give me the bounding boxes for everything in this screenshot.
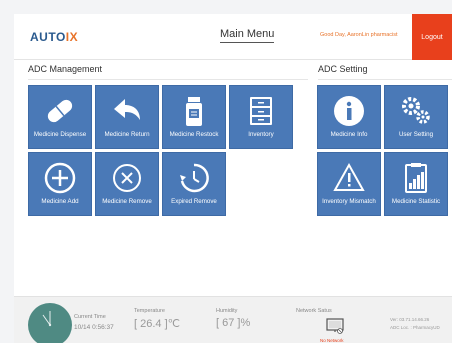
plus-circle-icon xyxy=(43,161,77,195)
logout-button[interactable]: Logout xyxy=(412,14,452,60)
medicine-return-button[interactable]: Medicine Return xyxy=(95,85,159,149)
current-time-value: 10/14 0:56:37 xyxy=(74,324,114,331)
tile-label: Medicine Add xyxy=(41,198,79,205)
tile-label: Expired Remove xyxy=(171,198,217,205)
page-title: Main Menu xyxy=(220,28,275,43)
info-icon xyxy=(332,94,366,128)
app-logo: AUTOIX xyxy=(30,30,79,44)
tile-label: User Setting xyxy=(398,131,434,138)
tile-label: Medicine Dispense xyxy=(33,131,87,138)
medicine-add-button[interactable]: Medicine Add xyxy=(28,152,92,216)
section-divider xyxy=(28,79,308,80)
user-setting-button[interactable]: User Setting xyxy=(384,85,448,149)
tile-label: Medicine Return xyxy=(104,131,150,138)
temperature-value: [ 26.4 ]℃ xyxy=(134,318,180,330)
medicine-restock-button[interactable]: Medicine Restock xyxy=(162,85,226,149)
expired-remove-button[interactable]: Expired Remove xyxy=(162,152,226,216)
medicine-dispense-button[interactable]: Medicine Dispense xyxy=(28,85,92,149)
pill-icon xyxy=(43,94,77,128)
medicine-bottle-icon xyxy=(177,94,211,128)
tile-label: Medicine Restock xyxy=(169,131,219,138)
medicine-statistic-button[interactable]: Medicine Statistic xyxy=(384,152,448,216)
adc-location-text: ADC Loc. : PharmacyUD xyxy=(390,325,440,330)
network-status-label: Network Satus xyxy=(296,308,332,314)
clipboard-chart-icon xyxy=(399,161,433,195)
analog-clock xyxy=(28,303,72,343)
drawer-cabinet-icon xyxy=(244,94,278,128)
current-time-label: Current Time xyxy=(74,314,106,320)
network-status-value: No Network xyxy=(320,338,344,343)
header-bar: AUTOIX Main Menu Good Day, AaronLin phar… xyxy=(14,14,452,60)
section-divider xyxy=(318,79,452,80)
tile-label: Inventory Mismatch xyxy=(322,198,376,205)
medicine-info-button[interactable]: Medicine Info xyxy=(317,85,381,149)
version-text: Ver: 03.71.14.66.26 xyxy=(390,317,430,322)
humidity-label: Humidity xyxy=(216,308,238,314)
temperature-label: Temperature xyxy=(134,308,165,314)
inventory-button[interactable]: Inventory xyxy=(229,85,293,149)
no-network-icon xyxy=(326,318,344,334)
clock-refresh-icon xyxy=(177,161,211,195)
tile-label: Inventory xyxy=(248,131,274,138)
reply-arrow-icon xyxy=(110,94,144,128)
warning-icon xyxy=(332,161,366,195)
tile-label: Medicine Info xyxy=(330,131,368,138)
app-window: AUTOIX Main Menu Good Day, AaronLin phar… xyxy=(14,14,452,343)
user-greeting: Good Day, AaronLin pharmacist xyxy=(320,32,398,38)
medicine-remove-button[interactable]: Medicine Remove xyxy=(95,152,159,216)
humidity-value: [ 67 ]% xyxy=(216,317,251,329)
gears-icon xyxy=(399,94,433,128)
tile-label: Medicine Statistic xyxy=(391,198,441,205)
adc-setting-title: ADC Setting xyxy=(318,64,368,74)
tile-label: Medicine Remove xyxy=(102,198,152,205)
x-circle-icon xyxy=(110,161,144,195)
adc-management-title: ADC Management xyxy=(28,64,103,74)
clock-hands-icon xyxy=(42,311,52,327)
inventory-mismatch-button[interactable]: Inventory Mismatch xyxy=(317,152,381,216)
status-footer: Current Time 10/14 0:56:37 Temperature [… xyxy=(14,296,452,343)
